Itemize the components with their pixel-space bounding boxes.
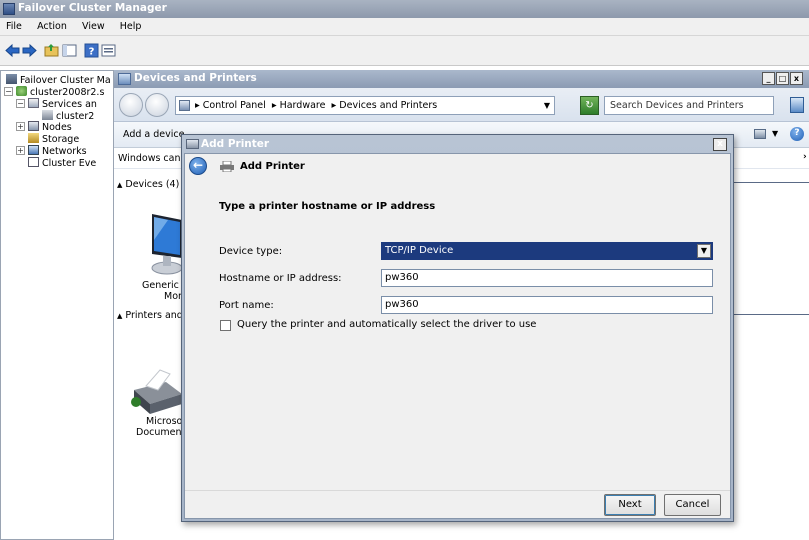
hostname-input[interactable]: pw360 bbox=[381, 269, 713, 287]
chevron-down-icon[interactable]: ▼ bbox=[697, 244, 711, 258]
folder-up-icon[interactable] bbox=[44, 43, 59, 58]
tree-services[interactable]: Services an bbox=[28, 98, 97, 110]
printer-icon[interactable] bbox=[126, 360, 186, 420]
device-type-label: Device type: bbox=[219, 246, 283, 257]
console-tree-icon[interactable] bbox=[62, 43, 77, 58]
instruction-text: Type a printer hostname or IP address bbox=[219, 201, 436, 212]
console-tree: Failover Cluster Ma − cluster2008r2.s − … bbox=[0, 70, 114, 540]
maximize-button[interactable]: □ bbox=[776, 72, 789, 85]
printer-label: Microsof bbox=[146, 416, 186, 427]
query-printer-checkbox[interactable] bbox=[220, 320, 231, 331]
nav-forward-button[interactable] bbox=[145, 93, 169, 117]
view-icon[interactable] bbox=[754, 129, 766, 139]
help-icon[interactable]: ? bbox=[84, 43, 99, 58]
printer-icon bbox=[186, 139, 199, 149]
expander-nodes[interactable]: + bbox=[16, 122, 25, 131]
menu-view[interactable]: View bbox=[76, 18, 111, 32]
address-bar-area: ▸ Control Panel ▸ Hardware ▸ Devices and Pr… bbox=[114, 88, 809, 122]
printer-service-icon bbox=[42, 110, 53, 120]
help-icon[interactable]: ? bbox=[790, 127, 804, 141]
storage-icon bbox=[28, 133, 39, 143]
tree-service-child[interactable]: cluster2 bbox=[42, 110, 94, 122]
cancel-button[interactable]: Cancel bbox=[664, 494, 721, 516]
query-printer-label[interactable]: Query the printer and automatically sele… bbox=[237, 319, 536, 330]
expander-networks[interactable]: + bbox=[16, 146, 25, 155]
hostname-label: Hostname or IP address: bbox=[219, 273, 342, 284]
tree-events[interactable]: Cluster Eve bbox=[28, 157, 96, 169]
dialog-header: ← Add Printer bbox=[185, 154, 730, 176]
services-icon bbox=[28, 98, 39, 108]
dialog-title-bar: Add Printer x bbox=[182, 135, 733, 153]
devices-window-title: Devices and Printers bbox=[134, 72, 257, 84]
footer-divider bbox=[185, 490, 730, 491]
devices-window-title-bar: Devices and Printers _ □ x bbox=[114, 70, 809, 88]
back-button[interactable]: ← bbox=[189, 157, 207, 175]
minimize-button[interactable]: _ bbox=[762, 72, 775, 85]
add-device-button[interactable]: Add a device bbox=[123, 129, 184, 140]
app-icon bbox=[3, 3, 15, 15]
app-title: Failover Cluster Manager bbox=[18, 2, 167, 14]
port-name-input[interactable]: pw360 bbox=[381, 296, 713, 314]
window-buttons: _ □ x bbox=[761, 72, 803, 85]
refresh-icon[interactable]: ↻ bbox=[580, 96, 599, 115]
nav-back-button[interactable] bbox=[119, 93, 143, 117]
toolbar: ? bbox=[0, 36, 809, 66]
view-dropdown-icon[interactable]: ▼ bbox=[772, 129, 778, 138]
cluster-icon bbox=[16, 86, 27, 96]
search-icon[interactable] bbox=[790, 97, 804, 113]
svg-text:?: ? bbox=[89, 47, 95, 58]
devices-group-header[interactable]: ▲ Devices (4) bbox=[117, 179, 179, 190]
menu-help[interactable]: Help bbox=[114, 18, 148, 32]
add-printer-dialog: Add Printer x ← Add Printer Type a print… bbox=[181, 134, 734, 522]
dialog-title: Add Printer bbox=[201, 138, 270, 150]
tree-root[interactable]: Failover Cluster Ma bbox=[6, 74, 111, 86]
tree-nodes[interactable]: Nodes bbox=[28, 121, 72, 133]
back-arrow-icon[interactable] bbox=[5, 43, 20, 58]
cluster-manager-icon bbox=[6, 74, 17, 84]
expander-cluster[interactable]: − bbox=[4, 87, 13, 96]
dialog-main: Type a printer hostname or IP address De… bbox=[185, 178, 730, 488]
devices-printers-icon bbox=[118, 73, 131, 85]
dialog-body: ← Add Printer Type a printer hostname or… bbox=[184, 153, 731, 519]
printer-label-line2: Document bbox=[136, 427, 186, 438]
printers-group-line bbox=[734, 314, 809, 315]
breadcrumb-hardware[interactable]: Hardware bbox=[280, 100, 326, 111]
networks-icon bbox=[28, 145, 39, 155]
control-panel-icon bbox=[179, 100, 190, 111]
nodes-icon bbox=[28, 121, 39, 131]
close-button[interactable]: x bbox=[790, 72, 803, 85]
breadcrumb-devices-printers[interactable]: Devices and Printers bbox=[339, 100, 437, 111]
info-bar[interactable]: Windows can c bbox=[118, 153, 189, 164]
port-name-label: Port name: bbox=[219, 300, 274, 311]
tree-storage[interactable]: Storage bbox=[28, 133, 79, 145]
breadcrumb-control-panel[interactable]: Control Panel bbox=[203, 100, 266, 111]
tree-networks[interactable]: Networks bbox=[28, 145, 87, 157]
dialog-heading: Add Printer bbox=[240, 161, 305, 172]
next-button[interactable]: Next bbox=[604, 494, 656, 516]
menu-bar: File Action View Help bbox=[0, 18, 809, 36]
menu-file[interactable]: File bbox=[0, 18, 28, 32]
properties-icon[interactable] bbox=[101, 43, 116, 58]
devices-group-line bbox=[734, 182, 809, 183]
dialog-close-button[interactable]: x bbox=[713, 138, 727, 151]
tree-cluster[interactable]: cluster2008r2.s bbox=[16, 86, 104, 98]
expander-services[interactable]: − bbox=[16, 99, 25, 108]
device-type-select[interactable]: TCP/IP Device ▼ bbox=[381, 242, 713, 260]
info-bar-chevron-icon[interactable]: › bbox=[803, 152, 807, 162]
breadcrumb[interactable]: ▸ Control Panel ▸ Hardware ▸ Devices and Pr… bbox=[175, 96, 555, 115]
printers-group-header[interactable]: ▲ Printers and bbox=[117, 310, 183, 321]
forward-arrow-icon[interactable] bbox=[22, 43, 37, 58]
app-title-bar: Failover Cluster Manager bbox=[0, 0, 809, 18]
search-input[interactable]: Search Devices and Printers bbox=[604, 96, 774, 115]
events-icon bbox=[28, 157, 39, 167]
menu-action[interactable]: Action bbox=[31, 18, 73, 32]
printer-icon bbox=[220, 161, 234, 172]
breadcrumb-dropdown-icon[interactable]: ▼ bbox=[544, 97, 550, 114]
